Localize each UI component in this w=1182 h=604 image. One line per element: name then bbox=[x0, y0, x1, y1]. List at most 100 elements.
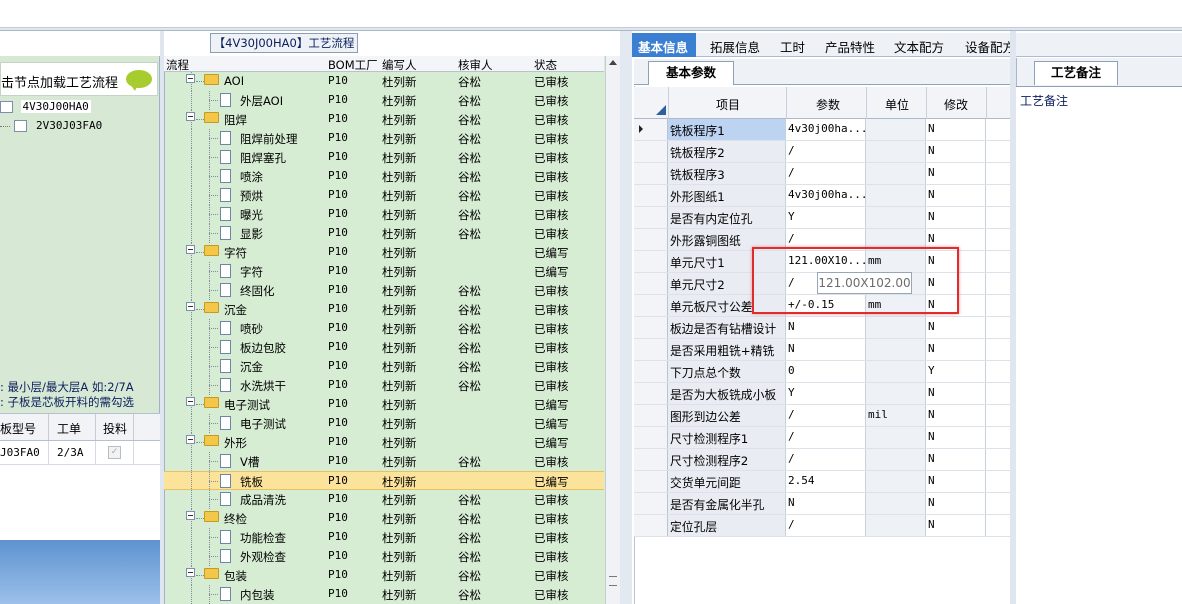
param-value-cell[interactable]: / bbox=[786, 515, 866, 536]
process-step-row[interactable]: V槽 P10 杜列新 谷松 已审核 bbox=[164, 452, 604, 471]
param-value-cell[interactable]: Y bbox=[786, 383, 866, 404]
process-step-row[interactable]: 铣板 P10 杜列新 已编写 bbox=[164, 471, 604, 491]
row-header[interactable] bbox=[634, 207, 668, 228]
process-step-row[interactable]: 内包装 P10 杜列新 谷松 已审核 bbox=[164, 585, 604, 604]
col-item[interactable]: 项目 bbox=[716, 96, 740, 113]
param-unit-cell[interactable] bbox=[866, 471, 926, 492]
row-header[interactable] bbox=[634, 273, 668, 294]
tab-basic-params[interactable]: 基本参数 bbox=[648, 61, 734, 85]
process-group-row[interactable]: AOI P10 杜列新 谷松 已审核 bbox=[164, 72, 604, 91]
param-row[interactable]: 铣板程序2/ N bbox=[634, 141, 1010, 163]
process-group-row[interactable]: 终检 P10 杜列新 谷松 已审核 bbox=[164, 509, 604, 528]
process-step-row[interactable]: 水洗烘干 P10 杜列新 谷松 已审核 bbox=[164, 376, 604, 395]
param-row[interactable]: 尺寸检测程序2/ N bbox=[634, 449, 1010, 471]
param-item-cell[interactable]: 尺寸检测程序2 bbox=[668, 449, 786, 470]
param-modify-cell[interactable]: N bbox=[926, 317, 986, 338]
collapse-icon[interactable] bbox=[186, 245, 195, 254]
col-reviewer[interactable]: 核审人 bbox=[458, 57, 493, 73]
scroll-up-icon[interactable] bbox=[609, 60, 617, 65]
select-all-corner-icon[interactable] bbox=[656, 105, 666, 115]
param-unit-cell[interactable] bbox=[866, 185, 926, 206]
param-item-cell[interactable]: 交货单元间距 bbox=[668, 471, 786, 492]
row-header[interactable] bbox=[634, 515, 668, 536]
param-row[interactable]: 铣板程序1 4v30j00ha... N bbox=[634, 119, 1010, 141]
chat-bubble-icon[interactable] bbox=[126, 70, 152, 91]
param-unit-cell[interactable] bbox=[866, 427, 926, 448]
param-value-cell[interactable]: 4v30j00ha... bbox=[786, 185, 867, 206]
param-row[interactable]: 板边是否有钻槽设计 N N bbox=[634, 317, 1010, 339]
tab-text-recipe[interactable]: 文本配方 bbox=[894, 37, 944, 56]
param-row[interactable]: 是否有内定位孔 Y N bbox=[634, 207, 1010, 229]
row-header[interactable] bbox=[634, 251, 668, 272]
collapse-icon[interactable] bbox=[186, 435, 195, 444]
tree-item-2V30J03FA0[interactable]: 2V30J03FA0 bbox=[0, 119, 102, 132]
row-header[interactable] bbox=[634, 405, 668, 426]
param-modify-cell[interactable]: N bbox=[926, 339, 986, 360]
process-step-row[interactable]: 显影 P10 杜列新 谷松 已审核 bbox=[164, 224, 604, 243]
param-row[interactable]: 是否采用粗铣+精铣 N N bbox=[634, 339, 1010, 361]
param-row[interactable]: 是否有金属化半孔 N N bbox=[634, 493, 1010, 515]
param-value-cell[interactable]: 2.54 bbox=[786, 471, 866, 492]
tab-extended-info[interactable]: 拓展信息 bbox=[710, 37, 760, 56]
param-modify-cell[interactable]: N bbox=[926, 427, 986, 448]
param-item-cell[interactable]: 尺寸检测程序1 bbox=[668, 427, 786, 448]
collapse-icon[interactable] bbox=[186, 568, 195, 577]
param-item-cell[interactable]: 板边是否有钻槽设计 bbox=[668, 317, 786, 338]
process-step-row[interactable]: 预烘 P10 杜列新 谷松 已审核 bbox=[164, 186, 604, 205]
param-item-cell[interactable]: 下刀点总个数 bbox=[668, 361, 786, 382]
col-status[interactable]: 状态 bbox=[534, 57, 557, 73]
param-item-cell[interactable]: 是否有内定位孔 bbox=[668, 207, 786, 228]
param-unit-cell[interactable] bbox=[866, 383, 926, 404]
row-header[interactable] bbox=[634, 383, 668, 404]
row-header[interactable] bbox=[634, 229, 668, 250]
param-unit-cell[interactable] bbox=[866, 119, 926, 140]
param-modify-cell[interactable]: N bbox=[926, 471, 986, 492]
tree-item-4V30J00HA0[interactable]: 4V30J00HA0 bbox=[0, 100, 91, 113]
col-feed[interactable]: 投料 bbox=[103, 420, 127, 437]
tab-equipment-recipe[interactable]: 设备配方 bbox=[965, 37, 1015, 56]
col-writer[interactable]: 编写人 bbox=[382, 57, 417, 73]
param-value-cell[interactable]: / bbox=[786, 163, 866, 184]
param-row[interactable]: 定位孔层 / N bbox=[634, 515, 1010, 537]
param-value-cell[interactable]: N bbox=[786, 493, 866, 514]
param-item-cell[interactable]: 铣板程序3 bbox=[668, 163, 786, 184]
col-bom[interactable]: BOM工厂 bbox=[328, 57, 378, 73]
col-modify[interactable]: 修改 bbox=[944, 96, 968, 113]
process-step-row[interactable]: 沉金 P10 杜列新 谷松 已审核 bbox=[164, 357, 604, 376]
process-step-row[interactable]: 电子测试 P10 杜列新 已编写 bbox=[164, 414, 604, 433]
collapse-icon[interactable] bbox=[186, 112, 195, 121]
param-item-cell[interactable]: 铣板程序2 bbox=[668, 141, 786, 162]
process-step-row[interactable]: 喷涂 P10 杜列新 谷松 已审核 bbox=[164, 167, 604, 186]
param-value-cell[interactable]: / bbox=[786, 141, 866, 162]
tab-basic-info[interactable]: 基本信息 bbox=[632, 33, 696, 57]
row-header[interactable] bbox=[634, 317, 668, 338]
param-unit-cell[interactable] bbox=[866, 339, 926, 360]
row-header[interactable] bbox=[634, 119, 668, 140]
collapse-icon[interactable] bbox=[186, 397, 195, 406]
tab-process-notes[interactable]: 工艺备注 bbox=[1034, 61, 1118, 85]
process-step-row[interactable]: 板边包胶 P10 杜列新 谷松 已审核 bbox=[164, 338, 604, 357]
param-row[interactable]: 交货单元间距 2.54 N bbox=[634, 471, 1010, 493]
param-unit-cell[interactable] bbox=[866, 361, 926, 382]
param-modify-cell[interactable]: Y bbox=[926, 361, 986, 382]
param-value-cell[interactable]: N bbox=[786, 339, 866, 360]
process-flow-tab[interactable]: 【4V30J00HA0】工艺流程 bbox=[210, 33, 358, 53]
process-notes-body[interactable] bbox=[1016, 86, 1182, 604]
left-grid-row[interactable]: J03FA0 2/3A ✓ bbox=[0, 441, 160, 465]
process-step-row[interactable]: 喷砂 P10 杜列新 谷松 已审核 bbox=[164, 319, 604, 338]
param-modify-cell[interactable]: N bbox=[926, 207, 986, 228]
param-unit-cell[interactable]: mil bbox=[866, 405, 926, 426]
row-header[interactable] bbox=[634, 141, 668, 162]
process-step-row[interactable]: 阻焊塞孔 P10 杜列新 谷松 已审核 bbox=[164, 148, 604, 167]
feed-checkbox[interactable]: ✓ bbox=[108, 446, 121, 459]
process-group-row[interactable]: 沉金 P10 杜列新 谷松 已审核 bbox=[164, 300, 604, 319]
process-step-row[interactable]: 曝光 P10 杜列新 谷松 已审核 bbox=[164, 205, 604, 224]
col-work-order[interactable]: 工单 bbox=[57, 420, 81, 437]
param-modify-cell[interactable]: N bbox=[926, 449, 986, 470]
row-header[interactable] bbox=[634, 295, 668, 316]
row-header[interactable] bbox=[634, 185, 668, 206]
param-unit-cell[interactable] bbox=[866, 163, 926, 184]
collapse-icon[interactable] bbox=[186, 511, 195, 520]
param-value-cell[interactable]: Y bbox=[786, 207, 866, 228]
tab-work-hours[interactable]: 工时 bbox=[780, 37, 805, 56]
